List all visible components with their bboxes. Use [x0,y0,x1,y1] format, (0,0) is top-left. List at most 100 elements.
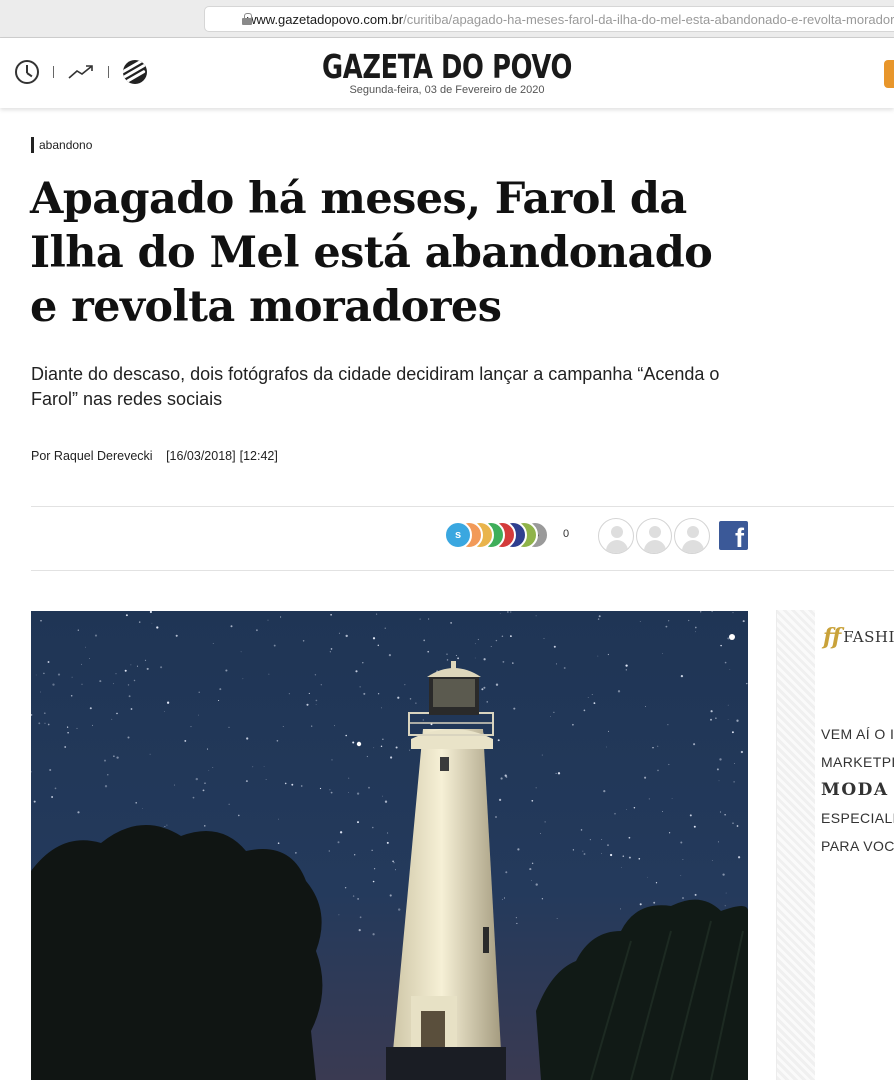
article-photo[interactable] [31,611,748,1080]
star [377,644,380,647]
star [44,722,46,724]
star [228,726,230,728]
star [345,734,347,737]
star [164,825,166,828]
share-buttons[interactable]: •••s [444,520,564,550]
star [149,753,151,755]
star [384,800,388,803]
site-header: GAZETA DO POVO Segunda-feira, 03 de Feve… [0,38,894,108]
clock-icon[interactable] [15,60,39,84]
star [572,723,574,726]
star [376,613,378,615]
star [409,698,412,700]
star [662,653,663,654]
star [529,868,532,871]
article-tag[interactable]: abandono [31,137,92,153]
star [47,661,50,663]
star [398,908,401,911]
star [382,795,383,797]
star [302,640,305,642]
star [474,643,476,645]
star [535,787,537,789]
star [242,678,244,680]
star [198,691,200,693]
star [238,814,240,817]
star [89,707,92,710]
star [668,763,670,766]
star [212,643,214,645]
author[interactable]: Por Raquel Derevecki [31,449,153,463]
star [601,853,602,855]
star [228,803,230,805]
star [386,841,389,844]
address-bar[interactable]: www.gazetadopovo.com.br/curitiba/apagado… [204,6,894,32]
star [540,833,541,834]
star [268,673,270,675]
star [598,615,601,618]
star [212,767,214,768]
star [516,922,518,924]
star [507,611,509,613]
star [52,683,55,686]
star [380,745,383,748]
star [337,841,340,844]
site-logo[interactable]: GAZETA DO POVO Segunda-feira, 03 de Feve… [287,48,607,97]
star [557,772,561,775]
star [330,613,332,616]
star [501,898,503,900]
star [716,768,719,771]
star [541,754,543,756]
url-text[interactable]: www.gazetadopovo.com.br/curitiba/apagado… [247,12,894,27]
star [362,661,364,664]
star [404,684,406,686]
subscribe-button[interactable] [884,60,894,88]
star [300,785,303,787]
reader-avatar[interactable] [674,518,710,554]
star [35,674,37,676]
star [219,688,222,691]
publish-date: [16/03/2018] [166,449,236,463]
trending-icon[interactable] [68,64,94,80]
star [373,747,375,749]
star [308,692,310,694]
sidebar-ad[interactable]: ff FASHI VEM AÍ O I MARKETPL MODA A ESPE… [776,610,894,1080]
separator [53,66,54,78]
star [107,774,109,776]
star [284,782,287,785]
star [356,792,360,795]
byline: Por Raquel Derevecki [16/03/2018] [12:42] [31,449,278,463]
star [601,839,603,840]
star [394,869,396,871]
star [43,672,45,675]
gp-logo-icon[interactable] [123,60,147,84]
star [693,825,696,828]
star [718,780,720,782]
star [81,683,83,685]
star [382,738,384,740]
star [626,808,628,810]
reader-avatar[interactable] [598,518,634,554]
facebook-icon[interactable]: f [719,521,748,550]
star [64,746,67,748]
star [278,818,279,820]
star [733,781,735,783]
star [695,631,696,633]
star [483,658,486,661]
star [717,841,719,843]
reader-avatar[interactable] [636,518,672,554]
share-service-first[interactable]: s [444,521,472,549]
star [328,850,330,852]
star [531,862,534,865]
star [427,650,430,653]
star [377,693,380,695]
star [252,766,254,768]
star [625,664,628,667]
star [535,883,538,886]
star [288,693,290,695]
star [597,618,600,620]
star [339,831,343,834]
star [419,618,421,620]
star [587,697,589,698]
star [499,613,501,614]
star [291,783,294,786]
